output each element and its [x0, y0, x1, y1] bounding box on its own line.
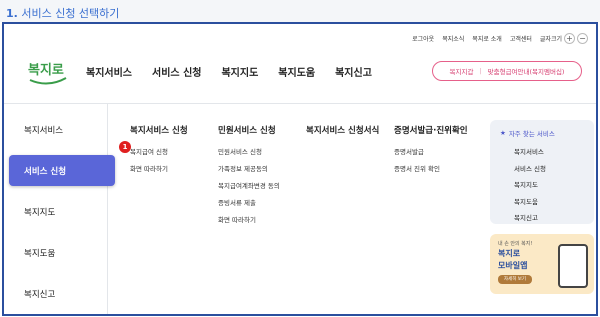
main-nav: 복지서비스 서비스 신청 복지지도 복지도움 복지신고 — [86, 64, 372, 79]
submenu-col-forms: 복지서비스 신청서식 — [306, 124, 394, 231]
about-link[interactable]: 복지로 소개 — [472, 34, 502, 43]
frequent-services-box: ★ 자주 찾는 서비스 복지서비스 서비스 신청 복지지도 복지도움 복지신고 — [490, 120, 594, 224]
welfare-benefit-apply-link[interactable]: 복지급여 신청 — [130, 146, 218, 156]
site-frame: 로그아웃 복지소식 복지로 소개 고객센터 글자크기 + − 복지로 복지서비스… — [2, 22, 598, 316]
font-decrease-button[interactable]: − — [577, 33, 588, 44]
frequent-services-head: ★ 자주 찾는 서비스 — [500, 128, 584, 138]
font-size-label: 글자크기 — [539, 36, 562, 43]
screen-guide-link[interactable]: 화면 따라하기 — [130, 163, 218, 173]
screen-guide-link[interactable]: 화면 따라하기 — [218, 214, 306, 224]
wallet-pill: 복지지갑 | 맞춤형급여안내(복지멤버십) — [432, 61, 582, 81]
step-title-text: 서비스 신청 선택하기 — [21, 7, 120, 20]
step-number: 1. — [6, 7, 18, 20]
quick-item[interactable]: 복지도움 — [514, 196, 584, 206]
certificate-verify-link[interactable]: 증명서 진위 확인 — [394, 163, 484, 173]
font-increase-button[interactable]: + — [564, 33, 575, 44]
submenu-col-certificate: 증명서발급·진위확인 증명서발급 증명서 진위 확인 — [394, 124, 484, 231]
support-link[interactable]: 고객센터 — [510, 34, 532, 43]
quick-item[interactable]: 복지서비스 — [514, 146, 584, 156]
sidebar-item-welfare-report[interactable]: 복지신고 — [4, 278, 107, 309]
sidebar-item-welfare-map[interactable]: 복지지도 — [4, 196, 107, 227]
step-badge: 1 — [119, 141, 131, 153]
submenu-col-welfare-apply: 복지서비스 신청 복지급여 신청 화면 따라하기 — [130, 124, 218, 231]
gnb-service-apply[interactable]: 서비스 신청 — [152, 64, 201, 79]
news-link[interactable]: 복지소식 — [442, 34, 464, 43]
logo-swoosh — [29, 77, 67, 85]
mobile-app-banner[interactable]: 내 손 안의 복지! 복지로 모바일앱 자세히 보기 — [490, 234, 594, 294]
gnb-welfare-service[interactable]: 복지서비스 — [86, 64, 132, 79]
sidebar: 복지서비스 서비스 신청 복지지도 복지도움 복지신고 — [4, 104, 115, 314]
document-submit-link[interactable]: 증빙서류 제출 — [218, 197, 306, 207]
sidebar-item-welfare-help[interactable]: 복지도움 — [4, 237, 107, 268]
submenu-columns: 복지서비스 신청 복지급여 신청 화면 따라하기 민원서비스 신청 민원서비스 … — [130, 124, 484, 231]
submenu-head[interactable]: 복지서비스 신청 — [130, 124, 218, 136]
quick-item[interactable]: 서비스 신청 — [514, 163, 584, 173]
pill-separator: | — [479, 67, 482, 75]
step-title: 1. 서비스 신청 선택하기 — [0, 0, 600, 22]
gnb-welfare-help[interactable]: 복지도움 — [278, 64, 315, 79]
quick-item[interactable]: 복지신고 — [514, 212, 584, 222]
site-logo[interactable]: 복지로 — [26, 58, 70, 86]
app-banner-button[interactable]: 자세히 보기 — [498, 275, 532, 284]
logo-text: 복지로 — [28, 63, 64, 78]
gnb-welfare-report[interactable]: 복지신고 — [335, 64, 372, 79]
civil-service-apply-link[interactable]: 민원서비스 신청 — [218, 146, 306, 156]
quick-item[interactable]: 복지지도 — [514, 179, 584, 189]
frequent-services-title: 자주 찾는 서비스 — [508, 130, 555, 138]
sidebar-item-welfare-service[interactable]: 복지서비스 — [4, 114, 107, 145]
sidebar-item-service-apply[interactable]: 서비스 신청 — [9, 155, 115, 186]
utility-bar: 로그아웃 복지소식 복지로 소개 고객센터 글자크기 + − — [412, 33, 588, 44]
submenu-head[interactable]: 민원서비스 신청 — [218, 124, 306, 136]
phone-illustration — [558, 244, 588, 288]
certificate-issue-link[interactable]: 증명서발급 — [394, 146, 484, 156]
submenu-head[interactable]: 증명서발급·진위확인 — [394, 124, 484, 136]
wallet-link[interactable]: 복지지갑 — [450, 66, 474, 76]
submenu-col-civil-apply: 민원서비스 신청 민원서비스 신청 가족정보 제공동의 복지급여계좌변경 동의 … — [218, 124, 306, 231]
font-size-control: 글자크기 + − — [540, 33, 588, 44]
star-icon: ★ — [500, 129, 506, 137]
gnb-welfare-map[interactable]: 복지지도 — [221, 64, 258, 79]
account-change-consent-link[interactable]: 복지급여계좌변경 동의 — [218, 180, 306, 190]
membership-link[interactable]: 맞춤형급여안내(복지멤버십) — [488, 66, 565, 76]
family-info-consent-link[interactable]: 가족정보 제공동의 — [218, 163, 306, 173]
logout-link[interactable]: 로그아웃 — [412, 34, 434, 43]
submenu-head[interactable]: 복지서비스 신청서식 — [306, 124, 394, 136]
